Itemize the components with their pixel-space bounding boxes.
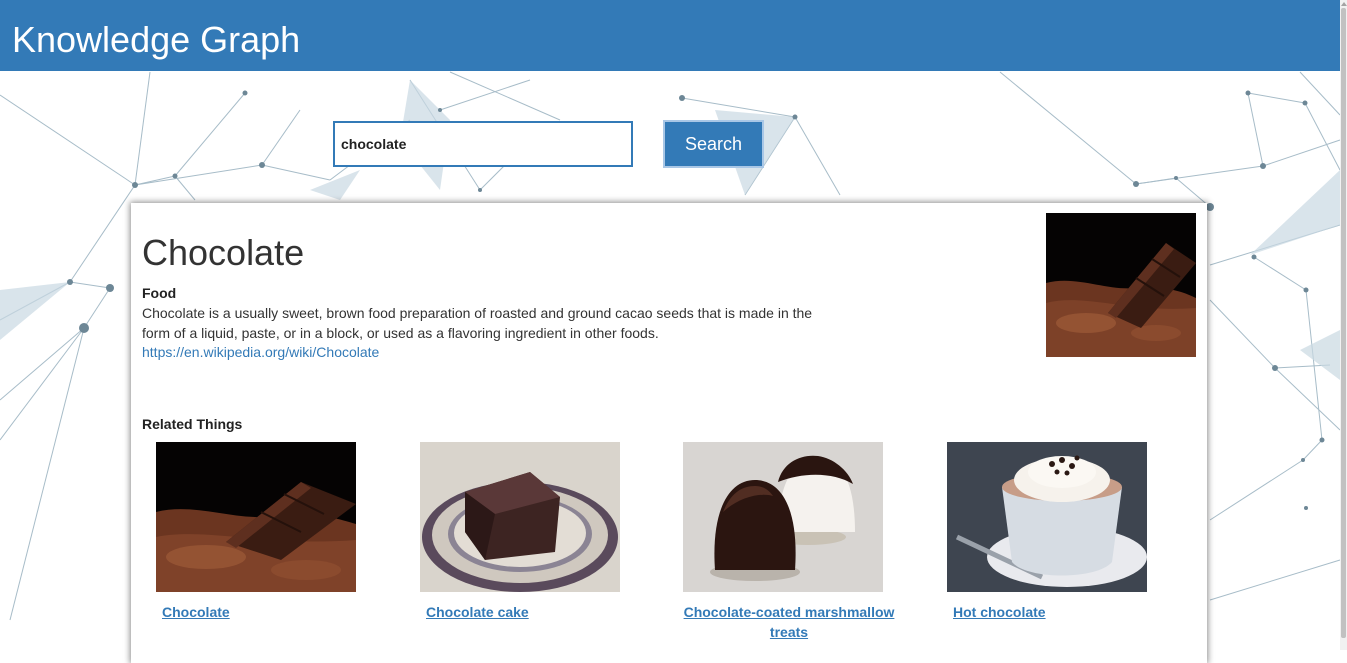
page-scrollbar[interactable] xyxy=(1340,0,1347,650)
related-item-label[interactable]: Chocolate cake xyxy=(426,602,626,622)
related-item-label[interactable]: Hot chocolate xyxy=(953,602,1153,622)
scroll-up-arrow-icon[interactable] xyxy=(1341,2,1347,6)
related-item-image[interactable] xyxy=(156,442,356,592)
entity-description: Chocolate is a usually sweet, brown food… xyxy=(142,305,813,341)
related-item-image[interactable] xyxy=(947,442,1147,592)
related-item-label[interactable]: Chocolate xyxy=(162,602,362,622)
related-item-label[interactable]: Chocolate-coated marshmallow treats xyxy=(669,602,909,642)
app-header: Knowledge Graph xyxy=(0,0,1340,71)
entity-wikipedia-link[interactable]: https://en.wikipedia.org/wiki/Chocolate xyxy=(142,344,379,360)
related-item-image[interactable] xyxy=(683,442,883,592)
scrollbar-thumb[interactable] xyxy=(1341,8,1346,638)
entity-image xyxy=(1046,213,1196,357)
related-item-image[interactable] xyxy=(420,442,620,592)
app-title: Knowledge Graph xyxy=(12,19,301,60)
search-button[interactable]: Search xyxy=(663,120,764,168)
related-things-heading: Related Things xyxy=(142,416,243,432)
entity-title: Chocolate xyxy=(142,232,305,273)
search-input[interactable] xyxy=(333,121,633,167)
entity-type: Food xyxy=(142,285,177,301)
entity-card: Chocolate Food Chocolate is a usually sw… xyxy=(131,203,1207,663)
